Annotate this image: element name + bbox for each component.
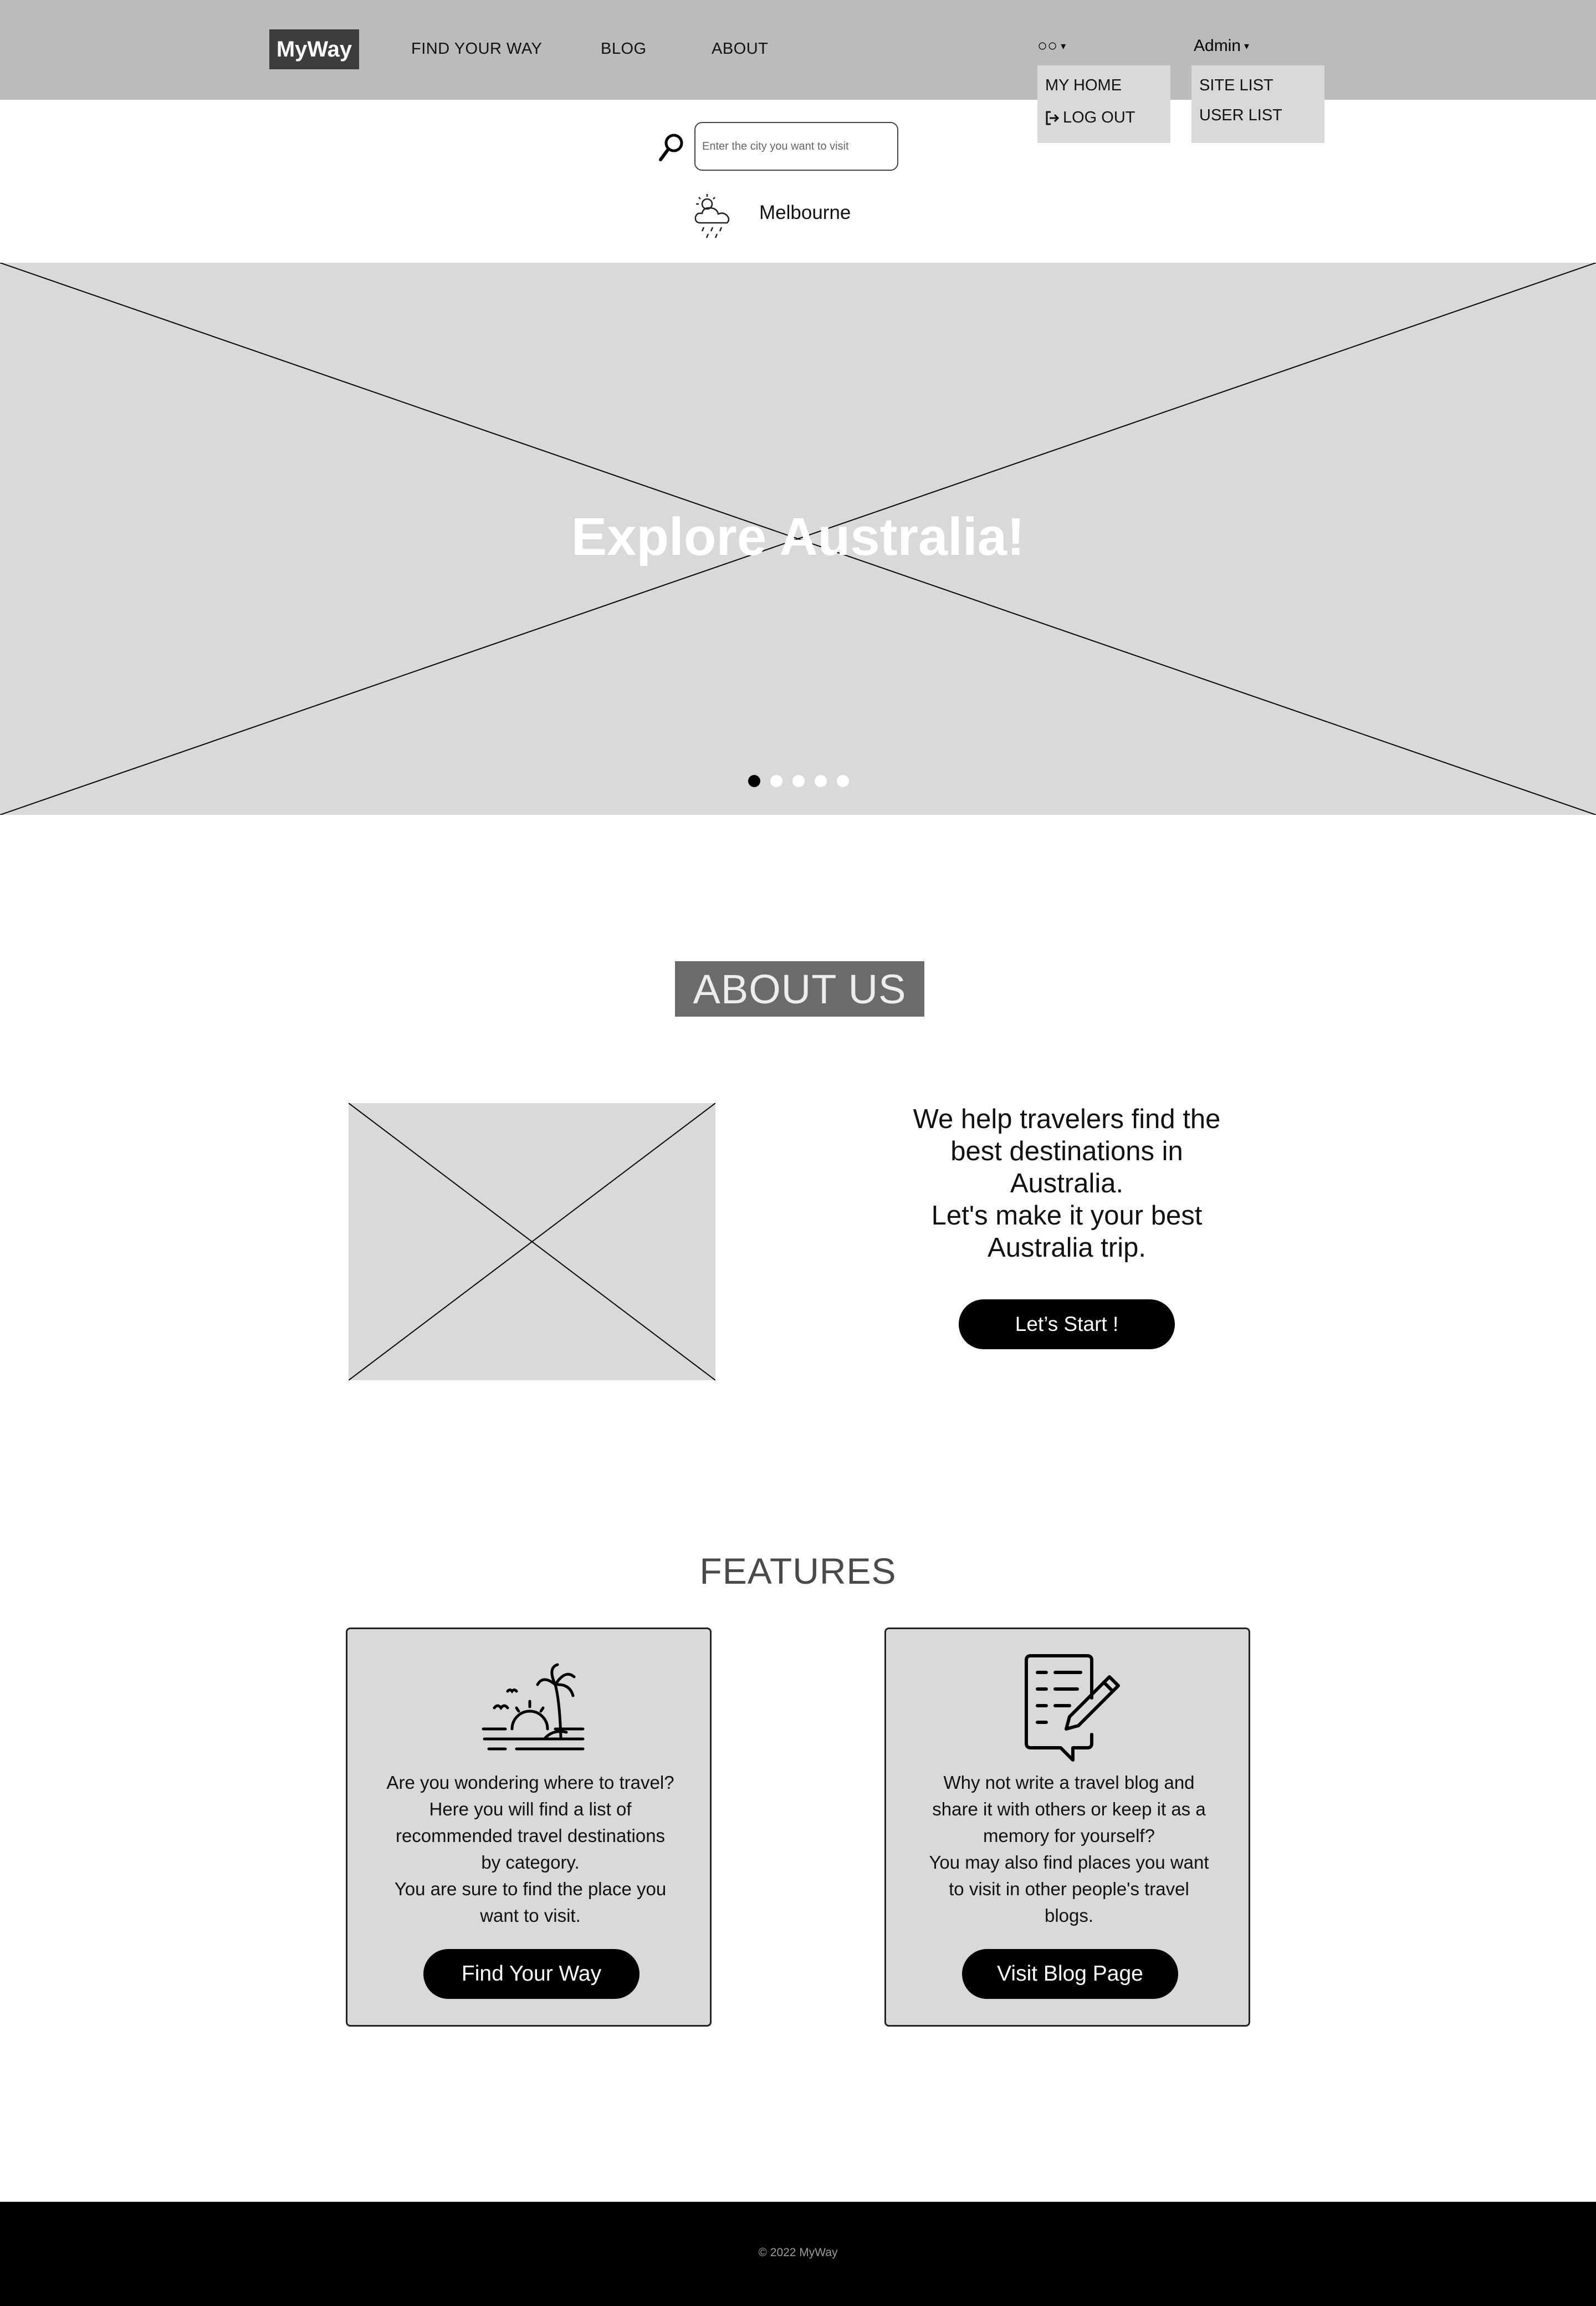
- nav-link-about[interactable]: ABOUT: [712, 40, 768, 58]
- caret-down-icon: ▾: [1061, 40, 1066, 52]
- about-line: We help travelers find the: [913, 1104, 1221, 1134]
- footer-copyright: © 2022 MyWay: [758, 2246, 838, 2259]
- hero-title: Explore Australia!: [571, 507, 1025, 567]
- about-image-placeholder: [349, 1103, 715, 1380]
- user-dropdown: MY HOME LOG OUT: [1037, 65, 1170, 143]
- feature-line: share it with others or keep it as a: [932, 1799, 1206, 1819]
- feature-description: Are you wondering where to travel? Here …: [364, 1769, 697, 1929]
- about-line: Let's make it your best: [931, 1201, 1203, 1231]
- about-line: best destinations in: [950, 1136, 1183, 1166]
- search-icon[interactable]: [658, 132, 685, 162]
- admin-dropdown: SITE LIST USER LIST: [1191, 65, 1324, 143]
- logout-icon: [1046, 111, 1060, 125]
- nav-link-find-your-way[interactable]: FIND YOUR WAY: [411, 40, 542, 58]
- visit-blog-page-button[interactable]: Visit Blog Page: [962, 1949, 1178, 1999]
- carousel-dot[interactable]: [837, 775, 849, 787]
- menu-item-label: SITE LIST: [1199, 76, 1273, 94]
- about-line: Australia.: [1010, 1169, 1124, 1198]
- top-navbar: [0, 0, 1596, 100]
- menu-item-user-list[interactable]: USER LIST: [1199, 106, 1282, 125]
- logo[interactable]: MyWay: [269, 29, 359, 69]
- feature-line: by category.: [481, 1852, 580, 1873]
- about-description: We help travelers find the best destinat…: [864, 1103, 1269, 1264]
- search-input[interactable]: [694, 122, 898, 171]
- feature-line: to visit in other people's travel: [949, 1879, 1189, 1899]
- feature-line: memory for yourself?: [983, 1825, 1155, 1846]
- feature-line: Why not write a travel blog and: [943, 1772, 1195, 1793]
- carousel-dot[interactable]: [770, 775, 782, 787]
- nav-link-blog[interactable]: BLOG: [601, 40, 647, 58]
- weather-city: Melbourne: [759, 202, 851, 223]
- hero-carousel[interactable]: Explore Australia!: [0, 263, 1596, 815]
- carousel-dot[interactable]: [815, 775, 827, 787]
- feature-description: Why not write a travel blog and share it…: [903, 1769, 1235, 1929]
- feature-line: You may also find places you want: [929, 1852, 1209, 1873]
- about-title: ABOUT US: [675, 961, 924, 1017]
- carousel-dot[interactable]: [748, 775, 760, 787]
- user-menu-label: ○○: [1037, 37, 1058, 55]
- admin-menu-toggle[interactable]: Admin ▾: [1194, 37, 1249, 55]
- feature-line: Here you will find a list of: [429, 1799, 632, 1819]
- lets-start-button[interactable]: Let’s Start !: [959, 1299, 1175, 1349]
- carousel-indicators: [748, 775, 849, 787]
- feature-line: blogs.: [1044, 1905, 1094, 1926]
- user-menu-toggle[interactable]: ○○ ▾: [1037, 37, 1066, 55]
- feature-line: Are you wondering where to travel?: [386, 1772, 674, 1793]
- blog-pen-icon: [1025, 1654, 1120, 1762]
- menu-item-label: LOG OUT: [1063, 109, 1135, 126]
- caret-down-icon: ▾: [1244, 40, 1250, 52]
- menu-item-my-home[interactable]: MY HOME: [1045, 76, 1122, 95]
- about-line: Australia trip.: [988, 1233, 1146, 1263]
- menu-item-label: MY HOME: [1045, 76, 1122, 94]
- admin-menu-label: Admin: [1194, 37, 1241, 55]
- sun-cloud-rain-icon: [694, 194, 730, 238]
- feature-line: want to visit.: [480, 1905, 581, 1926]
- menu-item-log-out[interactable]: LOG OUT: [1044, 109, 1135, 127]
- carousel-dot[interactable]: [792, 775, 805, 787]
- feature-line: You are sure to find the place you: [394, 1879, 667, 1899]
- footer: © 2022 MyWay: [0, 2202, 1596, 2306]
- beach-palm-icon: [482, 1663, 585, 1751]
- menu-item-label: USER LIST: [1199, 106, 1282, 124]
- find-your-way-button[interactable]: Find Your Way: [423, 1949, 640, 1999]
- feature-card-blog: Why not write a travel blog and share it…: [884, 1628, 1250, 2027]
- menu-item-site-list[interactable]: SITE LIST: [1199, 76, 1273, 95]
- features-title: FEATURES: [699, 1550, 897, 1591]
- feature-line: recommended travel destinations: [395, 1825, 666, 1846]
- feature-card-find-your-way: Are you wondering where to travel? Here …: [346, 1628, 712, 2027]
- image-placeholder-cross: [349, 1103, 715, 1380]
